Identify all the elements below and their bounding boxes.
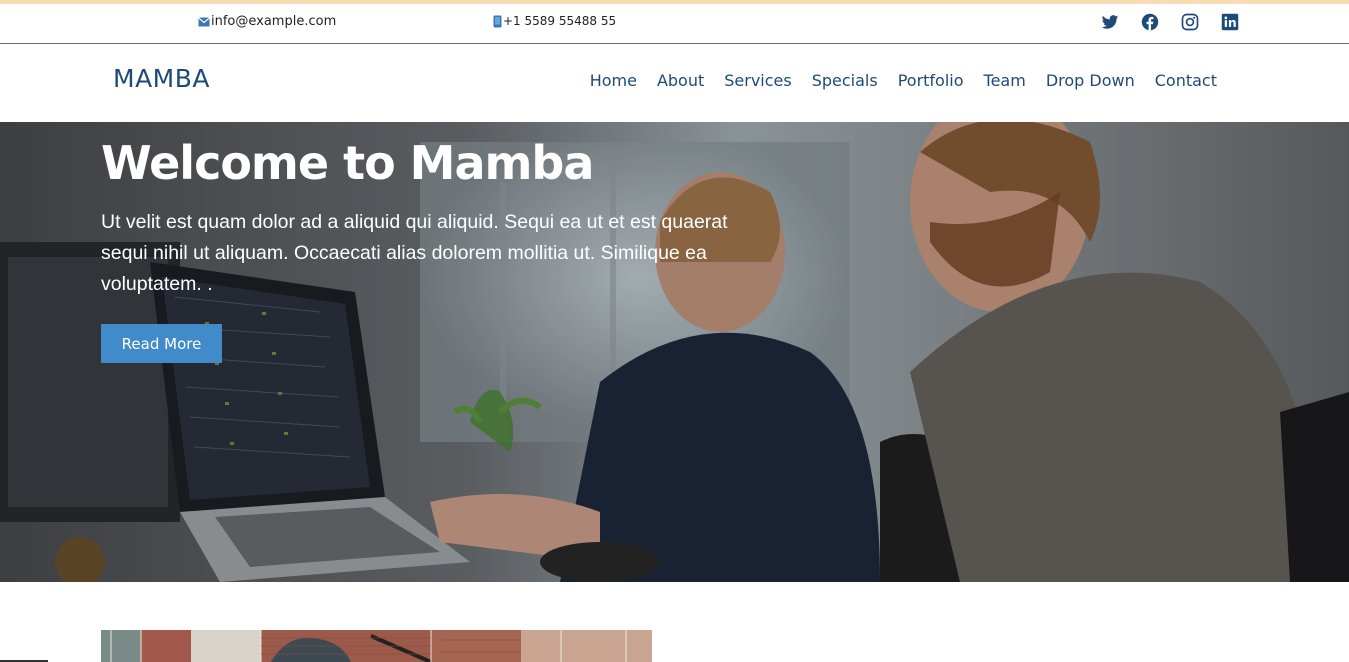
- facebook-icon: [1141, 13, 1159, 31]
- site-logo[interactable]: MAMBA: [113, 64, 210, 93]
- hero-title: Welcome to Mamba: [101, 136, 594, 190]
- linkedin-icon: [1221, 13, 1239, 31]
- nav-home[interactable]: Home: [590, 71, 637, 90]
- contact-phone[interactable]: +1 5589 55488 55: [493, 14, 616, 28]
- hero-description: Ut velit est quam dolor ad a aliquid qui…: [101, 211, 728, 295]
- instagram-icon: [1181, 13, 1199, 31]
- linkedin-link[interactable]: [1221, 13, 1239, 31]
- top-bar: info@example.com +1 5589 55488 55: [0, 4, 1349, 44]
- instagram-link[interactable]: [1181, 13, 1199, 31]
- nav-portfolio[interactable]: Portfolio: [898, 71, 964, 90]
- main-navbar: MAMBA Home About Services Specials Portf…: [0, 45, 1349, 122]
- phone-text: +1 5589 55488 55: [503, 14, 617, 28]
- phone-icon: [493, 15, 502, 27]
- nav-about[interactable]: About: [657, 71, 704, 90]
- about-image: [101, 630, 652, 662]
- nav-services[interactable]: Services: [724, 71, 791, 90]
- read-more-button[interactable]: Read More: [101, 324, 222, 363]
- nav-contact[interactable]: Contact: [1155, 71, 1217, 90]
- main-menu: Home About Services Specials Portfolio T…: [570, 71, 1217, 90]
- nav-dropdown[interactable]: Drop Down: [1046, 71, 1135, 90]
- facebook-link[interactable]: [1141, 13, 1159, 31]
- envelope-icon: [198, 16, 210, 26]
- nav-team[interactable]: Team: [984, 71, 1026, 90]
- contact-email[interactable]: info@example.com: [198, 14, 336, 29]
- nav-specials[interactable]: Specials: [812, 71, 878, 90]
- about-image-graphic: [101, 630, 652, 662]
- twitter-link[interactable]: [1101, 13, 1119, 31]
- hero-section: Welcome to Mamba Ut velit est quam dolor…: [0, 122, 1349, 582]
- email-text: info@example.com: [211, 14, 337, 29]
- twitter-icon: [1101, 15, 1119, 29]
